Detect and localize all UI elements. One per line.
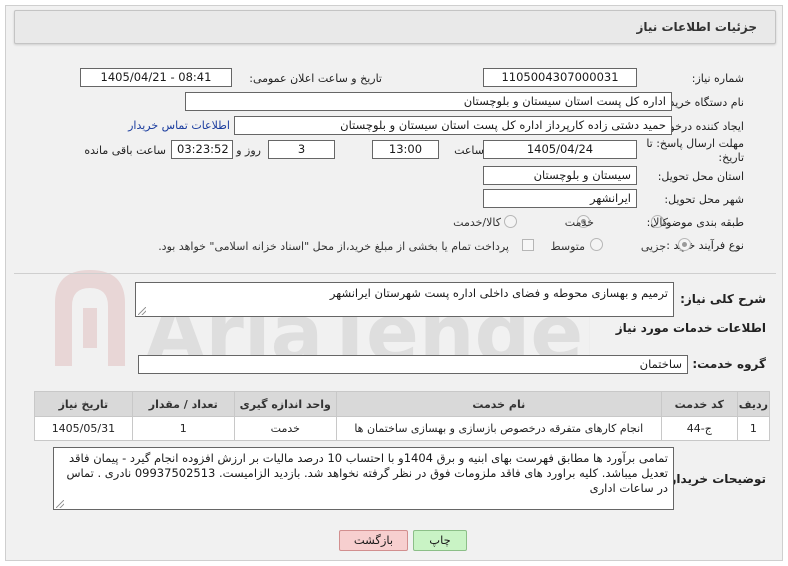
col-header-row-number: ردیف xyxy=(736,391,771,417)
announce-datetime-field: 1405/04/21 - 08:41 xyxy=(80,68,232,87)
section-divider xyxy=(14,273,776,274)
process-option-minor: جزیی xyxy=(640,240,666,253)
deadline-label: مهلت ارسال پاسخ: تا xyxy=(646,137,744,150)
buyer-notes-text: تمامی برآورد ها مطابق فهرست بهای ابنیه و… xyxy=(66,451,668,495)
category-option-goods-service: کالا/خدمت xyxy=(453,216,501,229)
days-remaining-field: 3 xyxy=(268,140,335,159)
cell-unit: خدمت xyxy=(233,416,337,441)
cell-need-date: 1405/05/31 xyxy=(34,416,133,441)
service-group-label: گروه خدمت: xyxy=(692,357,766,371)
process-option-medium: متوسط xyxy=(550,240,585,253)
need-number-field: 1105004307000031 xyxy=(483,68,637,87)
days-label: روز و xyxy=(236,144,261,157)
services-table: ردیف کد خدمت نام خدمت واحد اندازه گیری ت… xyxy=(34,391,771,441)
cell-service-code: ج-44 xyxy=(660,416,738,441)
table-row: 1 ج-44 انجام کارهای متفرقه درخصوص بازساز… xyxy=(34,416,771,441)
process-radio-medium[interactable] xyxy=(590,238,603,251)
deadline-time-field: 13:00 xyxy=(372,140,439,159)
table-header-row: ردیف کد خدمت نام خدمت واحد اندازه گیری ت… xyxy=(34,391,771,417)
category-option-goods: کالا xyxy=(653,216,668,229)
service-group-field: ساختمان xyxy=(138,355,688,374)
deadline-time-label: ساعت xyxy=(454,144,484,157)
buyer-org-field: اداره کل پست استان سیستان و بلوچستان xyxy=(185,92,672,111)
back-button[interactable]: بازگشت xyxy=(339,530,408,551)
col-header-quantity: تعداد / مقدار xyxy=(131,391,235,417)
category-option-service: خدمت xyxy=(564,216,594,229)
city-field: ایرانشهر xyxy=(483,189,637,208)
col-header-need-date: تاریخ نیاز xyxy=(34,391,133,417)
creator-field: حمید دشتی زاده کارپرداز اداره کل پست است… xyxy=(234,116,672,135)
category-radio-goods-service[interactable] xyxy=(504,215,517,228)
page-header: جزئیات اطلاعات نیاز xyxy=(14,10,776,44)
announce-datetime-label: تاریخ و ساعت اعلان عمومی: xyxy=(249,72,382,85)
buyer-contact-link[interactable]: اطلاعات تماس خریدار xyxy=(128,119,230,132)
deadline-label-date: تاریخ: xyxy=(718,151,744,164)
deadline-date-field: 1405/04/24 xyxy=(483,140,637,159)
process-radio-minor[interactable] xyxy=(678,238,691,251)
col-header-service-name: نام خدمت xyxy=(335,391,662,417)
province-label: استان محل تحویل: xyxy=(657,170,744,183)
page-title: جزئیات اطلاعات نیاز xyxy=(636,20,757,34)
time-remaining-field: 03:23:52 xyxy=(171,140,233,159)
resize-grip-icon[interactable] xyxy=(138,307,146,315)
col-header-service-code: کد خدمت xyxy=(660,391,738,417)
treasury-checkbox[interactable] xyxy=(522,239,534,251)
summary-textarea[interactable]: ترمیم و بهسازی محوطه و فضای داخلی اداره … xyxy=(135,282,674,317)
need-number-label: شماره نیاز: xyxy=(691,72,744,85)
time-remaining-label: ساعت باقی مانده xyxy=(84,144,166,157)
summary-label: شرح کلی نیاز: xyxy=(680,292,766,306)
resize-grip-icon[interactable] xyxy=(56,500,64,508)
treasury-note: پرداخت تمام یا بخشی از مبلغ خرید،از محل … xyxy=(158,240,509,253)
province-field: سیستان و بلوچستان xyxy=(483,166,637,185)
services-section-title: اطلاعات خدمات مورد نیاز xyxy=(615,321,766,335)
cell-row-number: 1 xyxy=(736,416,771,441)
buyer-notes-label: توضیحات خریدار: xyxy=(664,472,766,486)
cell-quantity: 1 xyxy=(131,416,235,441)
print-button[interactable]: چاپ xyxy=(413,530,467,551)
city-label: شهر محل تحویل: xyxy=(664,193,744,206)
summary-text: ترمیم و بهسازی محوطه و فضای داخلی اداره … xyxy=(329,286,668,300)
buyer-notes-textarea[interactable]: تمامی برآورد ها مطابق فهرست بهای ابنیه و… xyxy=(53,447,674,510)
cell-service-name: انجام کارهای متفرقه درخصوص بازسازی و بهس… xyxy=(335,416,662,441)
col-header-unit: واحد اندازه گیری xyxy=(233,391,337,417)
